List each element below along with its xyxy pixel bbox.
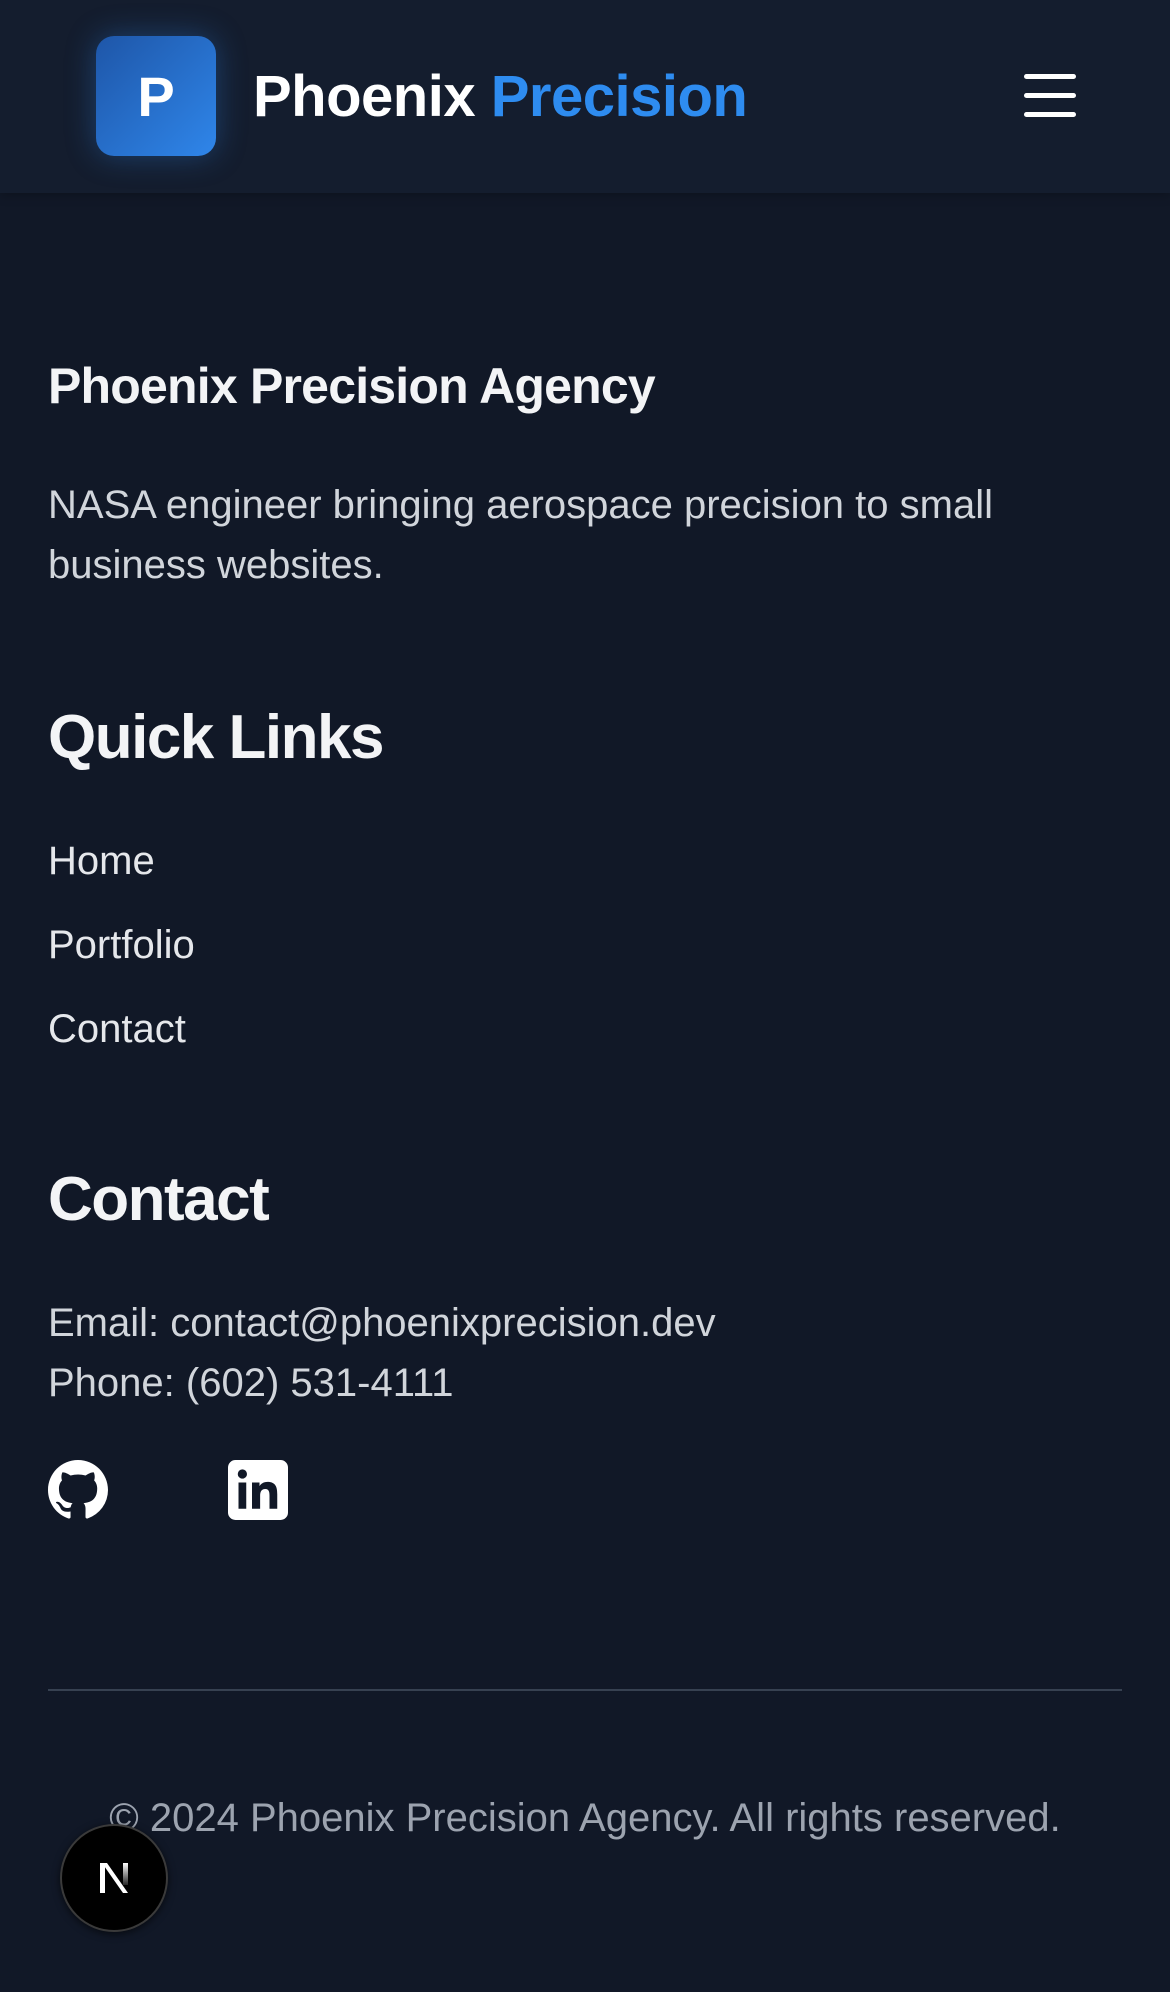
brand-name-accent: Precision (490, 64, 748, 129)
quick-link-contact[interactable]: Contact (48, 1004, 186, 1054)
nextjs-dev-badge[interactable] (60, 1824, 168, 1932)
linkedin-link[interactable] (228, 1460, 288, 1520)
agency-description: NASA engineer bringing aerospace precisi… (48, 483, 993, 587)
github-link[interactable] (48, 1460, 108, 1520)
brand-name-primary: Phoenix (253, 64, 476, 129)
quick-link-home[interactable]: Home (48, 836, 155, 886)
linkedin-icon (228, 1460, 288, 1520)
agency-title: Phoenix Precision Agency (48, 358, 656, 414)
contact-heading: Contact (48, 1165, 270, 1234)
quick-links-heading: Quick Links (48, 703, 384, 772)
footer-divider (48, 1689, 1122, 1691)
github-icon (48, 1460, 108, 1519)
contact-phone[interactable]: Phone: (602) 531-4111 (48, 1353, 454, 1413)
menu-button[interactable] (1010, 66, 1090, 126)
contact-email[interactable]: Email: contact@phoenixprecision.dev (48, 1293, 716, 1353)
hamburger-menu-icon (1024, 93, 1076, 98)
hamburger-menu-icon (1024, 112, 1076, 117)
nextjs-icon (100, 1863, 128, 1893)
logo-badge[interactable]: P (96, 36, 216, 156)
brand-name[interactable]: Phoenix Precision (253, 62, 748, 132)
logo-letter: P (137, 64, 175, 128)
quick-link-portfolio[interactable]: Portfolio (48, 920, 195, 970)
copyright-text: © 2024 Phoenix Precision Agency. All rig… (109, 1796, 1061, 1840)
site-header: P Phoenix Precision (0, 0, 1170, 193)
hamburger-menu-icon (1024, 74, 1076, 79)
